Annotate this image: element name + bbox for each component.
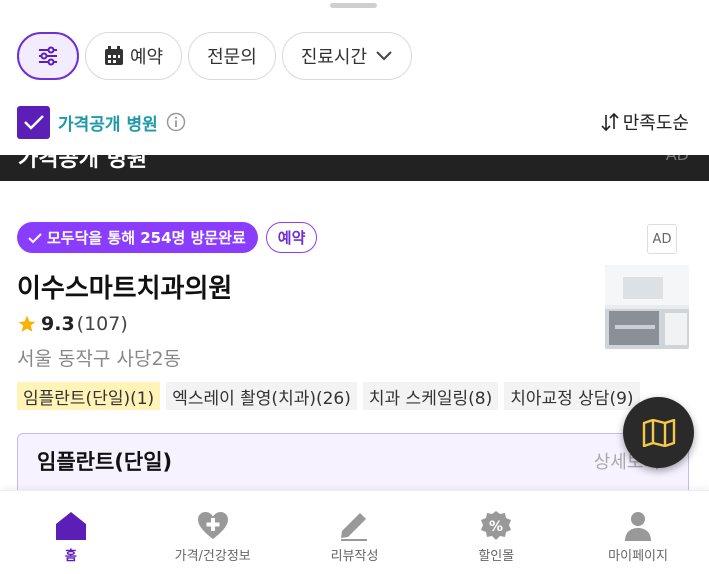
hours-filter-chip[interactable]: 진료시간 bbox=[281, 32, 413, 80]
check-icon bbox=[23, 115, 44, 130]
discount-icon: % bbox=[481, 511, 512, 540]
svg-text:%: % bbox=[489, 519, 503, 535]
nav-home-label: 홈 bbox=[64, 549, 77, 564]
nav-review-label: 리뷰작성 bbox=[330, 549, 379, 564]
hours-filter-label: 진료시간 bbox=[300, 47, 368, 68]
nav-discount-mall-label: 할인몰 bbox=[478, 549, 515, 564]
ad-banner-title: 가격공개 병원 bbox=[18, 155, 148, 172]
price-card-title: 임플란트(단일) bbox=[37, 450, 173, 474]
sort-label: 만족도순 bbox=[622, 113, 689, 134]
chevron-down-icon bbox=[375, 50, 393, 62]
specialist-filter-chip[interactable]: 전문의 bbox=[188, 32, 276, 80]
reservation-filter-label: 예약 bbox=[130, 47, 164, 68]
procedure-tags: 임플란트(단일)(1) 엑스레이 촬영(치과)(26) 치과 스케일링(8) 치… bbox=[17, 382, 689, 410]
bottom-nav: 홈 가격/건강정보 리뷰작성 % 할인몰 마이페이지 bbox=[0, 490, 709, 574]
specialist-filter-label: 전문의 bbox=[207, 47, 257, 68]
review-count: (107) bbox=[76, 313, 128, 335]
price-public-label[interactable]: 가격공개 병원 bbox=[58, 110, 158, 135]
info-icon[interactable] bbox=[166, 112, 186, 132]
nav-price-health-label: 가격/건강정보 bbox=[174, 549, 251, 564]
nav-review[interactable]: 리뷰작성 bbox=[284, 491, 426, 574]
pencil-icon bbox=[341, 513, 368, 541]
nav-mypage[interactable]: 마이페이지 bbox=[567, 491, 709, 574]
heart-plus-icon bbox=[197, 512, 228, 539]
ad-banner-ad-label: AD bbox=[666, 155, 689, 164]
sheet-grab-handle[interactable] bbox=[330, 3, 377, 8]
reservation-badge: 예약 bbox=[265, 222, 318, 253]
filter-bar: 예약 전문의 진료시간 bbox=[17, 32, 413, 80]
person-icon bbox=[625, 512, 652, 541]
visit-count-text: 모두닥을 통해 254명 방문완료 bbox=[47, 229, 246, 247]
procedure-tag[interactable]: 임플란트(단일)(1) bbox=[17, 382, 161, 410]
nav-home[interactable]: 홈 bbox=[0, 491, 142, 574]
home-icon bbox=[55, 512, 86, 540]
sliders-icon bbox=[39, 46, 57, 66]
sort-arrows-icon bbox=[601, 112, 619, 132]
visit-count-badge: 모두닥을 통해 254명 방문완료 bbox=[17, 222, 258, 253]
ad-label: AD bbox=[647, 224, 677, 254]
rating-score: 9.3 bbox=[41, 313, 75, 335]
procedure-tag[interactable]: 엑스레이 촬영(치과)(26) bbox=[166, 382, 357, 410]
nav-discount-mall[interactable]: % 할인몰 bbox=[425, 491, 567, 574]
calendar-icon bbox=[104, 46, 124, 66]
clinic-badges: 모두닥을 통해 254명 방문완료 예약 bbox=[17, 222, 318, 253]
reservation-filter-chip[interactable]: 예약 bbox=[85, 32, 183, 80]
map-icon bbox=[642, 418, 675, 447]
filter-settings-button[interactable] bbox=[17, 32, 79, 80]
clinic-photo[interactable] bbox=[605, 265, 689, 349]
star-icon bbox=[18, 315, 36, 332]
price-public-checkbox[interactable] bbox=[17, 105, 50, 139]
clinic-location: 서울 동작구 사당2동 bbox=[17, 348, 182, 370]
procedure-tag[interactable]: 치과 스케일링(8) bbox=[362, 382, 499, 410]
price-sort-row: 가격공개 병원 만족도순 bbox=[17, 104, 689, 140]
sort-button[interactable]: 만족도순 bbox=[601, 109, 689, 135]
ad-banner[interactable]: 가격공개 병원 AD bbox=[0, 155, 709, 181]
nav-price-health[interactable]: 가격/건강정보 bbox=[142, 491, 284, 574]
clinic-name[interactable]: 이수스마트치과의원 bbox=[17, 268, 232, 305]
map-view-button[interactable] bbox=[623, 397, 694, 468]
procedure-tag[interactable]: 치아교정 상담(9) bbox=[504, 382, 640, 410]
check-icon bbox=[28, 232, 42, 243]
clinic-rating: 9.3 (107) bbox=[17, 313, 128, 335]
nav-mypage-label: 마이페이지 bbox=[608, 549, 668, 564]
